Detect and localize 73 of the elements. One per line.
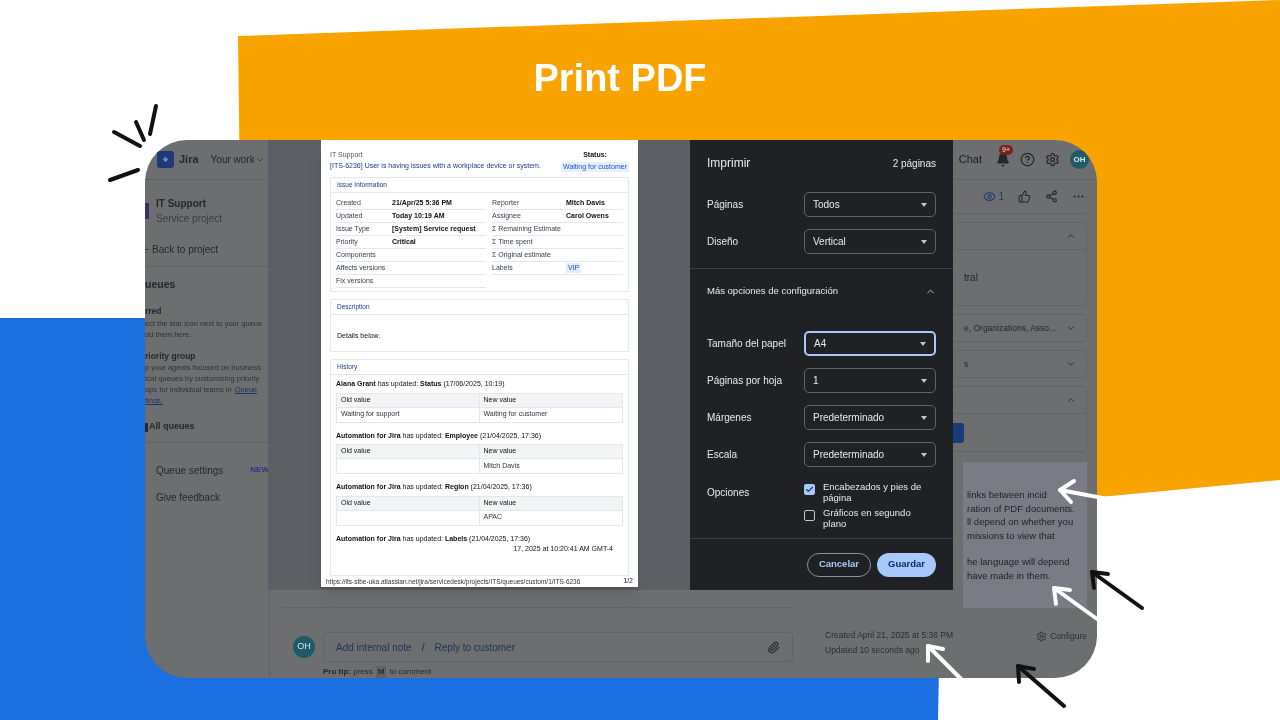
group-title: riority group [145, 349, 197, 363]
chevron-up-icon [1066, 231, 1076, 241]
gear-icon [1036, 630, 1048, 642]
project-icon [145, 203, 149, 219]
caret-icon [920, 341, 926, 346]
separator: / [421, 640, 425, 655]
setting-label: Márgenes [707, 411, 752, 425]
caret-icon [921, 202, 927, 207]
checkbox[interactable] [804, 510, 815, 521]
dropdown[interactable]: Predeterminado [804, 405, 936, 430]
dropdown[interactable]: Vertical [804, 229, 936, 254]
caret-icon [921, 239, 927, 244]
new-label: NEW [250, 464, 269, 477]
help-icon[interactable] [1020, 152, 1035, 167]
save-button[interactable]: Guardar [877, 552, 936, 577]
caret-icon [921, 378, 927, 383]
checkbox-label: Encabezados y pies de página [823, 481, 923, 503]
key-hint: M [375, 666, 387, 678]
back-link[interactable]: Back to project [152, 242, 219, 257]
caret-icon [921, 452, 927, 457]
page-count: 2 páginas [892, 156, 936, 171]
dialog-title: Imprimir [707, 155, 751, 172]
dropdown[interactable]: 1 [804, 368, 936, 393]
setting-label: Opciones [707, 486, 750, 500]
info-text: he language will depend [967, 555, 1071, 569]
info-text: ration of PDF documents. [967, 501, 1076, 515]
your-work-menu[interactable]: Your work [210, 152, 264, 167]
setting-label: Escala [707, 448, 737, 462]
queue-icon [145, 422, 148, 432]
check-icon [805, 485, 814, 494]
sidebar-item[interactable]: Queue settings NEW [145, 456, 269, 484]
thumbs-up-icon[interactable] [1018, 189, 1031, 203]
internal-note-link[interactable]: Add internal note [336, 639, 412, 655]
settings-icon[interactable] [1045, 152, 1060, 167]
eye-icon [983, 189, 997, 203]
info-text: links between incid [967, 488, 1048, 502]
user-avatar: OH [293, 636, 315, 658]
project-name: IT Support [156, 197, 207, 211]
setting-label: Tamaño del papel [707, 337, 786, 351]
panel-text: tral [964, 271, 978, 285]
checkbox-label: Gráficos en segundo plano [823, 507, 912, 529]
panel-text: s [963, 357, 969, 371]
logo-icon [157, 151, 174, 168]
user-avatar[interactable]: OH [1070, 150, 1089, 169]
info-text: have made in them. [967, 568, 1052, 582]
reply-link[interactable]: Reply to customer [434, 639, 515, 655]
group-title: rred [145, 304, 163, 318]
paperclip-icon[interactable] [767, 640, 780, 654]
caret-icon [921, 415, 927, 420]
checkbox[interactable] [804, 484, 815, 495]
pro-tip-text: to comment [389, 666, 432, 678]
notifications-icon[interactable] [996, 152, 1010, 167]
dropdown[interactable]: A4 [804, 331, 936, 356]
info-text: missions to view that [967, 528, 1056, 542]
chevron-down-icon [1066, 359, 1076, 369]
chat-button[interactable]: Chat [954, 151, 986, 168]
all-queues-link[interactable]: All queues [149, 420, 195, 434]
sidebar-item[interactable]: Give feedback [145, 483, 269, 511]
comment-box[interactable]: Add internal note / Reply to customer [323, 632, 793, 662]
share-icon[interactable] [1045, 189, 1058, 203]
setting-label: Páginas por hoja [707, 374, 783, 388]
more-options-toggle[interactable]: Más opciones de configuración [690, 269, 953, 313]
setting-label: Diseño [707, 235, 739, 249]
slide-title: Print PDF [532, 56, 708, 101]
watch-button[interactable]: 1 [983, 188, 1004, 204]
setting-label: Páginas [707, 198, 744, 212]
chevron-down-icon [1066, 323, 1076, 333]
product-name: Jira [179, 152, 199, 168]
dropdown[interactable]: Todos [804, 192, 936, 217]
panel-text: e, Organizations, Asso... [963, 321, 1057, 335]
chevron-up-icon [1066, 395, 1076, 405]
dropdown[interactable]: Predeterminado [804, 442, 936, 467]
section-heading: ueues [145, 277, 177, 292]
